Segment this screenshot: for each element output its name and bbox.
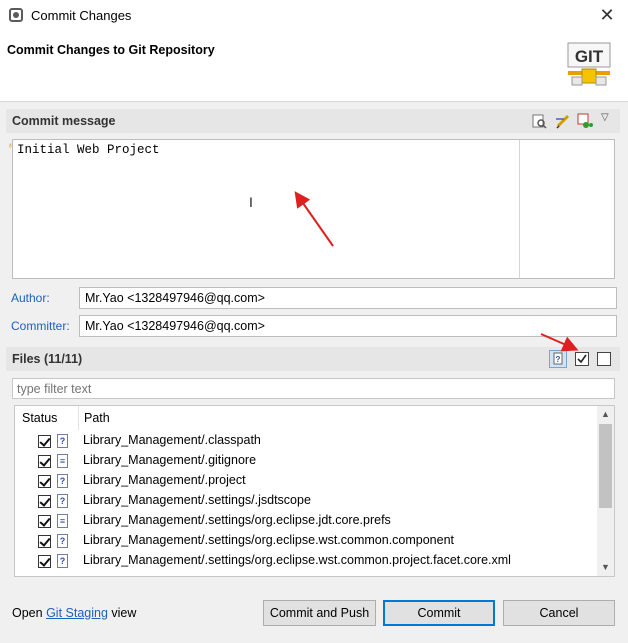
file-checkbox[interactable] — [38, 555, 51, 568]
table-row[interactable]: ≡ Library_Management/.settings/org.eclips… — [15, 512, 598, 532]
file-path: Library_Management/.classpath — [83, 433, 261, 447]
show-untracked-icon[interactable]: ? — [549, 350, 567, 368]
column-header-path[interactable]: Path — [84, 406, 110, 430]
commit-and-push-button[interactable]: Commit and Push — [263, 600, 376, 626]
git-staging-link[interactable]: Git Staging — [46, 606, 108, 620]
page-title: Commit Changes to Git Repository — [7, 43, 215, 57]
text-file-icon: ≡ — [57, 514, 68, 528]
table-row[interactable]: ≡ Library_Management/.gitignore — [15, 452, 598, 472]
open-staging-text: Open Git Staging view — [12, 606, 136, 620]
text-file-icon: ≡ — [57, 454, 68, 468]
scroll-up-icon[interactable]: ▲ — [597, 406, 614, 423]
unknown-file-icon: ? — [57, 534, 68, 548]
close-icon[interactable]: ✕ — [596, 3, 618, 27]
file-checkbox[interactable] — [38, 455, 51, 468]
committer-label: Committer: — [11, 319, 70, 333]
files-table: Status Path ? Library_Management/.classpa… — [14, 405, 615, 577]
view-label: view — [111, 606, 137, 620]
unknown-file-icon: ? — [57, 554, 68, 568]
file-checkbox[interactable] — [38, 515, 51, 528]
window-title: Commit Changes — [31, 8, 132, 23]
file-path: Library_Management/.gitignore — [83, 453, 257, 467]
file-checkbox[interactable] — [38, 475, 51, 488]
file-path: Library_Management/.settings/org.eclipse… — [83, 553, 511, 567]
text-cursor-icon: I — [249, 194, 253, 210]
file-path: Library_Management/.project — [83, 473, 246, 487]
open-label: Open — [12, 606, 43, 620]
add-signed-off-by-icon[interactable] — [555, 113, 571, 129]
committer-field[interactable]: Mr.Yao <1328497946@qq.com> — [79, 315, 617, 337]
table-row[interactable]: ? Library_Management/.settings/org.eclips… — [15, 532, 598, 552]
cancel-button[interactable]: Cancel — [503, 600, 615, 626]
author-field[interactable]: Mr.Yao <1328497946@qq.com> — [79, 287, 617, 309]
file-path: Library_Management/.settings/.jsdtscope — [83, 493, 311, 507]
files-section-header: Files (11/11) ? — [6, 347, 620, 371]
file-path: Library_Management/.settings/org.eclipse… — [83, 533, 455, 547]
table-row[interactable]: ? Library_Management/.classpath — [15, 432, 598, 452]
files-title: Files (11/11) — [12, 352, 83, 366]
author-label: Author: — [11, 291, 50, 305]
commit-message-section-header: Commit message ▽ — [6, 109, 620, 133]
git-logo-text: GIT — [575, 47, 604, 66]
commit-button[interactable]: Commit — [383, 600, 495, 626]
unknown-file-icon: ? — [57, 474, 68, 488]
unknown-file-icon: ? — [57, 434, 68, 448]
margin-divider — [519, 140, 520, 278]
file-filter-input[interactable] — [12, 378, 615, 399]
dialog-header: Commit Changes to Git Repository GIT — [0, 31, 628, 102]
app-icon — [9, 8, 23, 22]
file-checkbox[interactable] — [38, 535, 51, 548]
commit-message-title: Commit message — [12, 114, 116, 128]
preview-icon[interactable] — [531, 113, 547, 129]
deselect-all-icon[interactable] — [597, 352, 611, 366]
chevron-down-icon[interactable]: ▽ — [601, 112, 609, 123]
unknown-file-icon: ? — [57, 494, 68, 508]
commit-message-text: Initial Web Project — [17, 143, 160, 157]
column-header-status[interactable]: Status — [22, 406, 57, 430]
amend-commit-icon[interactable] — [577, 113, 593, 129]
column-divider[interactable] — [78, 406, 79, 430]
select-all-icon[interactable] — [575, 352, 589, 366]
title-bar: Commit Changes ✕ — [0, 0, 628, 31]
scroll-down-icon[interactable]: ▼ — [597, 559, 614, 576]
table-row[interactable]: ? Library_Management/.settings/org.eclips… — [15, 552, 598, 572]
file-list: ? Library_Management/.classpath ≡ Library_M… — [15, 432, 598, 572]
svg-text:?: ? — [556, 355, 561, 364]
table-row[interactable]: ? Library_Management/.settings/.jsdtscope — [15, 492, 598, 512]
file-checkbox[interactable] — [38, 435, 51, 448]
table-row[interactable]: ? Library_Management/.project — [15, 472, 598, 492]
file-path: Library_Management/.settings/org.eclipse… — [83, 513, 391, 527]
vertical-scrollbar[interactable]: ▲ ▼ — [597, 406, 614, 576]
commit-message-input[interactable]: Initial Web Project I — [12, 139, 615, 279]
scrollbar-thumb[interactable] — [599, 424, 612, 508]
git-logo-icon: GIT — [567, 42, 611, 86]
file-checkbox[interactable] — [38, 495, 51, 508]
